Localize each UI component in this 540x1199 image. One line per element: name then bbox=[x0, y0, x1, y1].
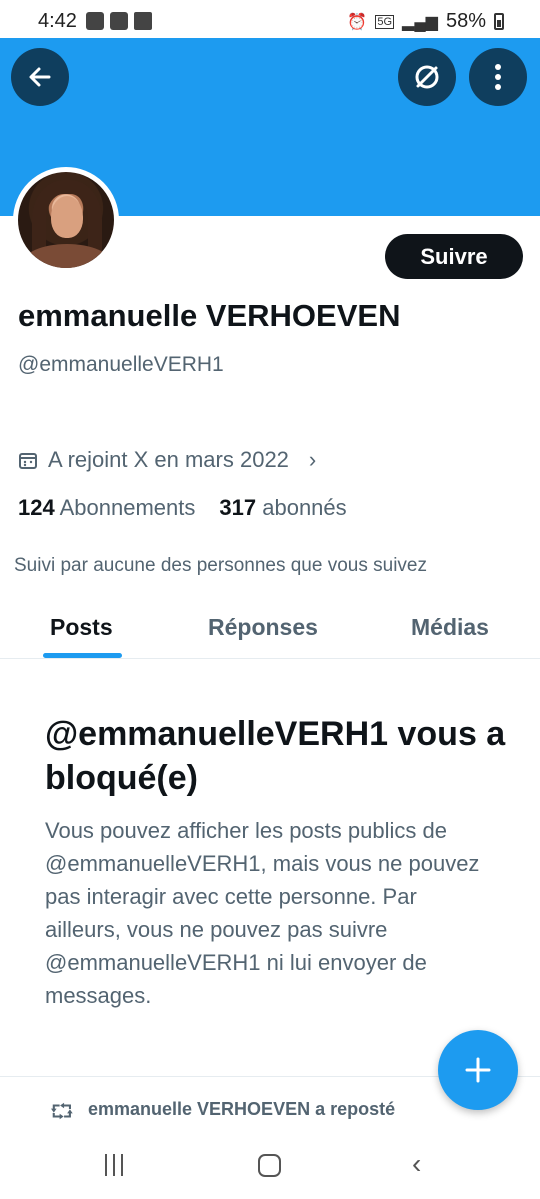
chevron-right-icon: › bbox=[308, 447, 317, 472]
status-bar: 4:42 ⏰ 5G ▂▄▆ 58% bbox=[0, 0, 540, 40]
repost-icon: ⮔ bbox=[50, 1101, 74, 1123]
status-right: ⏰ 5G ▂▄▆ 58% bbox=[347, 10, 504, 33]
user-handle: @emmanuelleVERH1 bbox=[18, 353, 224, 376]
calendar-icon bbox=[19, 453, 37, 469]
following-link[interactable]: 124 Abonnements bbox=[18, 495, 195, 521]
alarm-icon: ⏰ bbox=[347, 13, 368, 31]
profile-tabs: Posts Réponses Médias bbox=[0, 600, 540, 659]
network-label: 5G bbox=[375, 14, 395, 29]
followed-by-text: Suivi par aucune des personnes que vous … bbox=[14, 555, 427, 576]
tab-replies[interactable]: Réponses bbox=[208, 614, 318, 641]
followers-link[interactable]: 317 abonnés bbox=[219, 495, 346, 521]
back-button[interactable] bbox=[11, 48, 69, 106]
battery-percent: 58% bbox=[445, 10, 486, 32]
blocked-title: @emmanuelleVERH1 vous a bloqué(e) bbox=[45, 715, 506, 797]
recent-apps-icon[interactable] bbox=[105, 1154, 131, 1176]
plus-icon bbox=[465, 1057, 491, 1083]
repost-text: emmanuelle VERHOEVEN a reposté bbox=[88, 1099, 396, 1119]
grok-icon bbox=[415, 65, 439, 89]
blocked-description: Vous pouvez afficher les posts publics d… bbox=[45, 818, 480, 1008]
followers-count: 317 bbox=[219, 495, 257, 520]
avatar-face bbox=[51, 196, 83, 238]
tab-posts[interactable]: Posts bbox=[50, 614, 113, 641]
compose-button[interactable] bbox=[438, 1030, 518, 1110]
tab-media[interactable]: Médias bbox=[411, 614, 489, 641]
more-button[interactable] bbox=[469, 48, 527, 106]
signal-icon: ▂▄▆ bbox=[402, 13, 438, 31]
avatar[interactable] bbox=[13, 167, 119, 273]
more-vertical-icon bbox=[495, 64, 501, 90]
chevron-left-icon[interactable]: ‹ bbox=[412, 1148, 421, 1180]
battery-icon bbox=[494, 13, 504, 30]
joined-text: A rejoint X en mars 2022 bbox=[48, 447, 289, 472]
joined-date[interactable]: A rejoint X en mars 2022 › bbox=[18, 447, 316, 473]
tab-indicator bbox=[43, 653, 122, 658]
arrow-left-icon bbox=[29, 67, 51, 87]
followers-label: abonnés bbox=[262, 495, 347, 520]
status-time: 4:42 bbox=[38, 10, 77, 32]
follow-counts: 124 Abonnements 317 abonnés bbox=[18, 495, 347, 521]
system-nav-bar: ‹ bbox=[0, 1140, 540, 1199]
notification-icon bbox=[134, 12, 152, 30]
grok-button[interactable] bbox=[398, 48, 456, 106]
notification-icon bbox=[110, 12, 128, 30]
following-count: 124 bbox=[18, 495, 55, 520]
notification-icon bbox=[86, 12, 104, 30]
display-name: emmanuelle VERHOEVEN bbox=[18, 298, 401, 333]
follow-button[interactable]: Suivre bbox=[385, 234, 523, 279]
following-label: Abonnements bbox=[59, 495, 196, 520]
home-icon[interactable] bbox=[258, 1154, 281, 1177]
